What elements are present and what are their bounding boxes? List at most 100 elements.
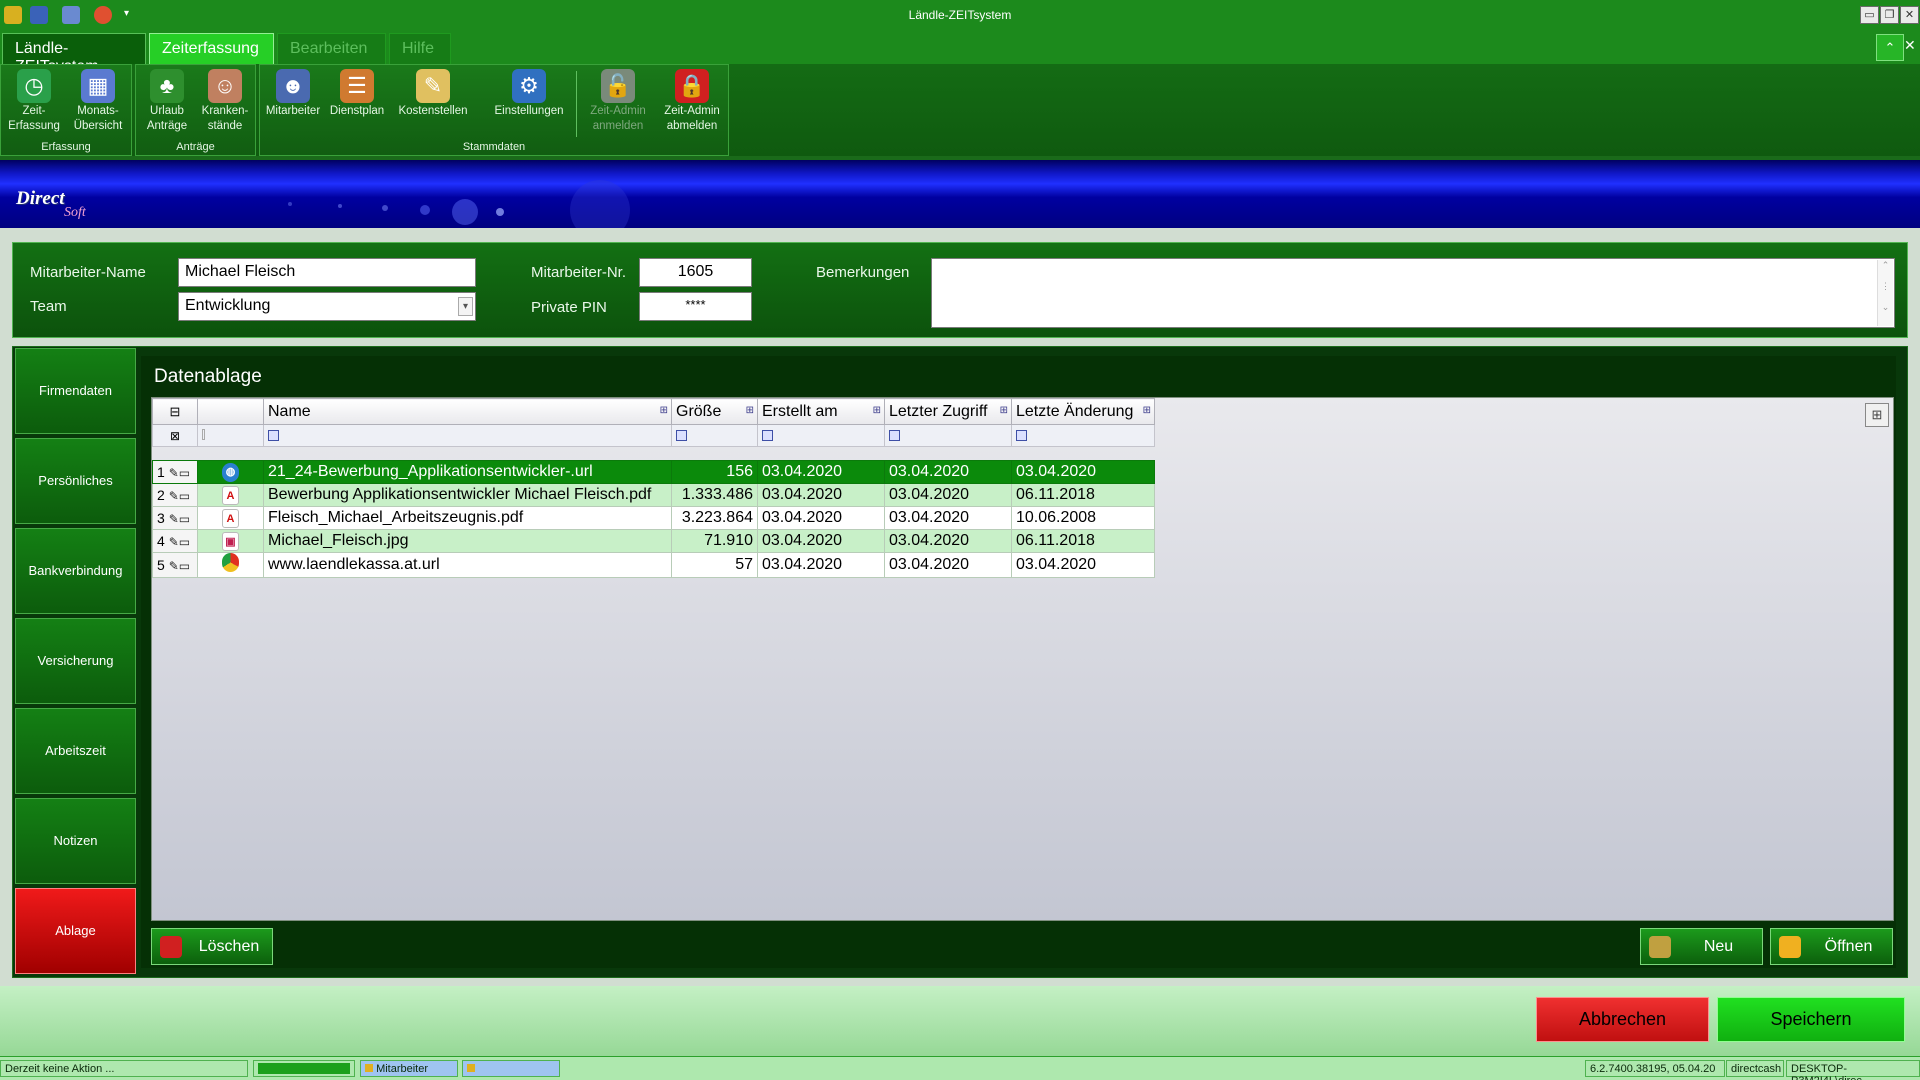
employee-nr-field[interactable]: 1605 bbox=[639, 258, 752, 287]
scroll-down-icon[interactable]: ⌄ bbox=[1878, 302, 1893, 313]
open-file-button[interactable]: Öffnen bbox=[1770, 928, 1893, 965]
dienstplan-button[interactable]: ☰ Dienstplan bbox=[326, 69, 388, 141]
nav-ablage[interactable]: Ablage bbox=[15, 888, 136, 974]
private-pin-field[interactable]: **** bbox=[639, 292, 752, 321]
nav-firmendaten[interactable]: Firmendaten bbox=[15, 348, 136, 434]
kostenstellen-button[interactable]: ✎ Kostenstellen bbox=[395, 69, 471, 141]
ribbon: ◷ Zeit- Erfassung ▦ Monats- Übersicht Er… bbox=[0, 64, 1920, 156]
file-modified-cell: 03.04.2020 bbox=[1011, 460, 1155, 484]
nav-bankverbindung[interactable]: Bankverbindung bbox=[15, 528, 136, 614]
filter-icon[interactable] bbox=[762, 429, 773, 441]
pin-icon[interactable]: ⊞ bbox=[746, 405, 754, 416]
pin-icon[interactable]: ⊞ bbox=[1000, 405, 1008, 416]
filter-cell-created[interactable] bbox=[757, 424, 885, 447]
column-header-size[interactable]: Größe ⊞ bbox=[671, 398, 758, 425]
restore-button[interactable]: ❐ bbox=[1880, 6, 1899, 24]
sick-person-icon: ☺ bbox=[208, 69, 242, 103]
open-file-button-label: Öffnen bbox=[1824, 938, 1873, 955]
column-chooser-header[interactable]: ⊟ bbox=[152, 398, 198, 425]
column-header-modified-label: Letzte Änderung bbox=[1016, 402, 1134, 420]
remarks-scrollbar[interactable]: ⌃ ⋮ ⌄ bbox=[1877, 260, 1893, 326]
file-type-cell: A bbox=[197, 506, 264, 530]
nav-persoenliches[interactable]: Persönliches bbox=[15, 438, 136, 524]
dienstplan-label: Dienstplan bbox=[329, 105, 385, 117]
einstellungen-button[interactable]: ⚙ Einstellungen bbox=[491, 69, 567, 141]
close-document-icon[interactable]: ✕ bbox=[1904, 37, 1916, 54]
monats-uebersicht-button[interactable]: ▦ Monats- Übersicht bbox=[67, 69, 129, 141]
edit-pencil-icon[interactable]: ✎▭ bbox=[169, 466, 190, 480]
ribbon-group-stammdaten: ☻ Mitarbeiter ☰ Dienstplan ✎ Kostenstell… bbox=[259, 64, 729, 156]
filter-icon[interactable] bbox=[676, 429, 687, 441]
pin-icon[interactable]: ⊞ bbox=[873, 405, 881, 416]
directsoft-logo: Direct bbox=[16, 188, 65, 209]
filter-cell-size[interactable] bbox=[671, 424, 758, 447]
delete-button[interactable]: Löschen bbox=[151, 928, 273, 965]
pin-icon[interactable]: ⊞ bbox=[1143, 405, 1151, 416]
add-file-icon bbox=[1649, 936, 1671, 958]
table-row[interactable]: 3 ✎▭ A Fleisch_Michael_Arbeitszeugnis.pd… bbox=[152, 506, 1155, 530]
file-created-cell: 03.04.2020 bbox=[757, 506, 885, 530]
zeit-admin-abmelden-button[interactable]: 🔒 Zeit-Admin abmelden bbox=[656, 69, 728, 141]
file-created-cell: 03.04.2020 bbox=[757, 529, 885, 553]
chevron-down-icon[interactable]: ▾ bbox=[458, 297, 473, 316]
new-file-button[interactable]: Neu bbox=[1640, 928, 1763, 965]
scroll-thumb[interactable]: ⋮ bbox=[1878, 281, 1893, 292]
edit-pencil-icon[interactable]: ✎▭ bbox=[169, 559, 190, 573]
edit-pencil-icon[interactable]: ✎▭ bbox=[169, 512, 190, 526]
column-header-created[interactable]: Erstellt am ⊞ bbox=[757, 398, 885, 425]
pin-icon[interactable]: ⊞ bbox=[660, 405, 668, 416]
minimize-button[interactable]: ▭ bbox=[1860, 6, 1879, 24]
mitarbeiter-label: Mitarbeiter bbox=[265, 105, 321, 117]
column-header-name[interactable]: Name ⊞ bbox=[263, 398, 672, 425]
tab-bearbeiten[interactable]: Bearbeiten bbox=[277, 33, 386, 64]
edit-pencil-icon[interactable]: ✎▭ bbox=[169, 489, 190, 503]
filter-icon[interactable] bbox=[1016, 429, 1027, 441]
column-header-size-label: Größe bbox=[676, 402, 722, 420]
tab-zeiterfassung[interactable]: Zeiterfassung bbox=[149, 33, 274, 64]
zeit-erfassung-button[interactable]: ◷ Zeit- Erfassung bbox=[3, 69, 65, 141]
table-row[interactable]: 5 ✎▭ www.laendlekassa.at.url 57 03.04.20… bbox=[152, 552, 1155, 578]
save-button[interactable]: Speichern bbox=[1717, 997, 1905, 1042]
filter-cell-accessed[interactable] bbox=[884, 424, 1012, 447]
team-select[interactable]: Entwicklung ▾ bbox=[178, 292, 476, 321]
ribbon-group-erfassung: ◷ Zeit- Erfassung ▦ Monats- Übersicht Er… bbox=[0, 64, 132, 156]
nav-notizen[interactable]: Notizen bbox=[15, 798, 136, 884]
filter-icon[interactable] bbox=[889, 429, 900, 441]
grid-settings-icon[interactable]: ⊞ bbox=[1865, 403, 1889, 427]
table-row[interactable]: 4 ✎▭ ▣ Michael_Fleisch.jpg 71.910 03.04.… bbox=[152, 529, 1155, 553]
status-task-empty[interactable] bbox=[462, 1060, 560, 1077]
tab-app-menu[interactable]: Ländle-ZEITsystem bbox=[2, 33, 146, 75]
menu-tab-bar: Ländle-ZEITsystem Zeiterfassung Bearbeit… bbox=[0, 31, 1920, 75]
close-button[interactable]: ✕ bbox=[1900, 6, 1919, 24]
tab-hilfe[interactable]: Hilfe bbox=[389, 33, 451, 64]
remarks-textarea[interactable] bbox=[931, 258, 1895, 328]
cancel-button[interactable]: Abbrechen bbox=[1536, 997, 1709, 1042]
filter-cell-modified[interactable] bbox=[1011, 424, 1155, 447]
employee-name-field[interactable]: Michael Fleisch bbox=[178, 258, 476, 287]
column-header-accessed[interactable]: Letzter Zugriff ⊞ bbox=[884, 398, 1012, 425]
file-size-cell: 156 bbox=[671, 460, 758, 484]
pdf-icon: A bbox=[222, 508, 239, 528]
lock-open-icon: 🔓 bbox=[601, 69, 635, 103]
column-header-modified[interactable]: Letzte Änderung ⊞ bbox=[1011, 398, 1155, 425]
scroll-up-icon[interactable]: ⌃ bbox=[1878, 260, 1893, 271]
file-table: ⊟ Name ⊞ Größe ⊞ Erstellt am ⊞ Letzter Zugr… bbox=[152, 398, 1155, 578]
mitarbeiter-button[interactable]: ☻ Mitarbeiter bbox=[262, 69, 324, 141]
clear-filter-icon[interactable]: ⊠ bbox=[152, 424, 198, 447]
nav-arbeitszeit[interactable]: Arbeitszeit bbox=[15, 708, 136, 794]
edit-pencil-icon[interactable]: ✎▭ bbox=[169, 535, 190, 549]
ribbon-collapse-button[interactable]: ⌃ bbox=[1876, 34, 1904, 61]
urlaub-antraege-button[interactable]: ♣ Urlaub Anträge bbox=[136, 69, 198, 141]
zeit-erfassung-label: Zeit- Erfassung bbox=[8, 105, 60, 132]
einstellungen-label: Einstellungen bbox=[494, 105, 564, 117]
table-row[interactable]: 1 ✎▭ ◍ 21_24-Bewerbung_Applikationsentwi… bbox=[152, 460, 1155, 484]
filter-cell-name[interactable] bbox=[263, 424, 672, 447]
krankenstaende-button[interactable]: ☺ Kranken- stände bbox=[194, 69, 256, 141]
filter-icon[interactable] bbox=[268, 429, 279, 441]
nav-versicherung[interactable]: Versicherung bbox=[15, 618, 136, 704]
status-task-mitarbeiter[interactable]: Mitarbeiter bbox=[360, 1060, 458, 1077]
zeit-admin-anmelden-button[interactable]: 🔓 Zeit-Admin anmelden bbox=[582, 69, 654, 141]
table-row[interactable]: 2 ✎▭ A Bewerbung Applikationsentwickler … bbox=[152, 483, 1155, 507]
ribbon-group-antraege: ♣ Urlaub Anträge ☺ Kranken- stände Anträ… bbox=[135, 64, 256, 156]
filter-cell[interactable] bbox=[197, 424, 264, 447]
